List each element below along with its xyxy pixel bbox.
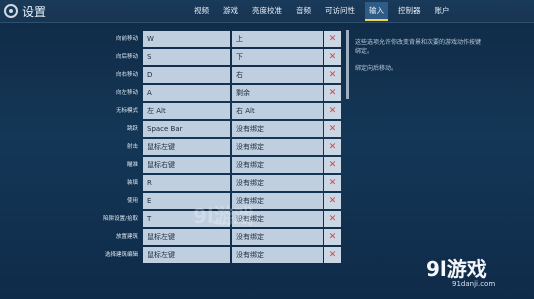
clear-binding-button[interactable]: ✕: [324, 67, 341, 83]
clear-binding-button[interactable]: ✕: [324, 229, 341, 245]
row-label: 瞄准: [126, 162, 138, 168]
secondary-binding[interactable]: 剩余: [232, 85, 323, 101]
gear-icon: [4, 4, 18, 18]
secondary-binding[interactable]: 右: [232, 67, 323, 83]
clear-binding-button[interactable]: ✕: [324, 121, 341, 137]
info-description: 这些选项允许你改变背景和次要的游戏动作按键绑定。: [355, 39, 482, 55]
row-label: 放置建筑: [115, 234, 138, 240]
primary-binding[interactable]: 鼠标左键: [143, 229, 230, 245]
keybind-row: 装填 R 没有绑定 ✕: [0, 174, 345, 192]
primary-binding[interactable]: 鼠标右键: [143, 157, 230, 173]
primary-binding[interactable]: W: [143, 31, 230, 47]
tab-controller[interactable]: 控制器: [394, 2, 425, 21]
row-label: 选择建筑编辑: [104, 252, 138, 258]
info-selected-binding: 绑定向后移动。: [355, 65, 398, 72]
corner-watermark-url: 91danji.com: [452, 280, 496, 288]
clear-binding-button[interactable]: ✕: [324, 139, 341, 155]
page-title: 设置: [22, 5, 47, 19]
secondary-binding[interactable]: 没有绑定: [232, 139, 323, 155]
primary-binding[interactable]: D: [143, 67, 230, 83]
tab-input[interactable]: 输入: [365, 2, 388, 21]
primary-binding[interactable]: 鼠标左键: [143, 247, 230, 263]
tab-audio[interactable]: 音频: [292, 2, 315, 21]
scrollbar[interactable]: [346, 30, 349, 99]
watermark-url: 91danji.com: [212, 220, 246, 226]
secondary-binding[interactable]: 没有绑定: [232, 247, 323, 263]
keybind-row: 陷阱设置/拾取 T 没有绑定 ✕: [0, 210, 345, 228]
keybind-row: 向左移动 A 剩余 ✕: [0, 84, 345, 102]
row-label: 陷阱设置/拾取: [103, 216, 138, 222]
secondary-binding[interactable]: 没有绑定: [232, 121, 323, 137]
tab-video[interactable]: 视频: [190, 2, 213, 21]
row-label: 跳跃: [126, 126, 138, 132]
clear-binding-button[interactable]: ✕: [324, 193, 341, 209]
keybind-row: 使用 E 没有绑定 ✕: [0, 192, 345, 210]
clear-binding-button[interactable]: ✕: [324, 31, 341, 47]
secondary-binding[interactable]: 没有绑定: [232, 229, 323, 245]
row-label: 装填: [126, 180, 138, 186]
tab-account[interactable]: 账户: [431, 2, 454, 21]
top-bar: 设置 视频 游戏 亮度校准 音频 可访问性 输入 控制器 账户: [0, 0, 534, 23]
secondary-binding[interactable]: 没有绑定: [232, 157, 323, 173]
keybind-row: 瞄准 鼠标右键 没有绑定 ✕: [0, 156, 345, 174]
row-label: 使用: [126, 198, 138, 204]
keybind-row: 无标模式 左 Alt 右 Alt ✕: [0, 102, 345, 120]
clear-binding-button[interactable]: ✕: [324, 247, 341, 263]
keybind-list: 向前移动 W 上 ✕ 向后移动 S 下 ✕ 向右移动 D 右 ✕ 向左移动 A …: [0, 28, 345, 299]
primary-binding[interactable]: A: [143, 85, 230, 101]
primary-binding[interactable]: S: [143, 49, 230, 65]
tab-brightness[interactable]: 亮度校准: [248, 2, 286, 21]
keybind-row: 向后移动 S 下 ✕: [0, 48, 345, 66]
clear-binding-button[interactable]: ✕: [324, 157, 341, 173]
row-label: 向前移动: [115, 36, 138, 42]
clear-binding-button[interactable]: ✕: [324, 211, 341, 227]
secondary-binding[interactable]: 右 Alt: [232, 103, 323, 119]
tab-accessibility[interactable]: 可访问性: [321, 2, 359, 21]
row-label: 无标模式: [115, 108, 138, 114]
keybind-row: 跳跃 Space Bar 没有绑定 ✕: [0, 120, 345, 138]
keybind-row: 向前移动 W 上 ✕: [0, 30, 345, 48]
keybind-row: 放置建筑 鼠标左键 没有绑定 ✕: [0, 228, 345, 246]
secondary-binding[interactable]: 上: [232, 31, 323, 47]
tab-bar: 视频 游戏 亮度校准 音频 可访问性 输入 控制器 账户: [190, 2, 454, 21]
primary-binding[interactable]: R: [143, 175, 230, 191]
row-label: 向后移动: [115, 54, 138, 60]
row-label: 向左移动: [115, 90, 138, 96]
corner-watermark-logo: 9l游戏: [426, 257, 487, 281]
row-label: 射击: [126, 144, 138, 150]
primary-binding[interactable]: 左 Alt: [143, 103, 230, 119]
keybind-row: 向右移动 D 右 ✕: [0, 66, 345, 84]
info-panel: 这些选项允许你改变背景和次要的游戏动作按键绑定。 绑定向后移动。: [355, 38, 485, 73]
primary-binding[interactable]: 鼠标左键: [143, 139, 230, 155]
keybind-row: 射击 鼠标左键 没有绑定 ✕: [0, 138, 345, 156]
clear-binding-button[interactable]: ✕: [324, 175, 341, 191]
clear-binding-button[interactable]: ✕: [324, 49, 341, 65]
row-label: 向右移动: [115, 72, 138, 78]
primary-binding[interactable]: Space Bar: [143, 121, 230, 137]
secondary-binding[interactable]: 下: [232, 49, 323, 65]
keybind-row: 选择建筑编辑 鼠标左键 没有绑定 ✕: [0, 246, 345, 264]
clear-binding-button[interactable]: ✕: [324, 85, 341, 101]
secondary-binding[interactable]: 没有绑定: [232, 175, 323, 191]
clear-binding-button[interactable]: ✕: [324, 103, 341, 119]
tab-game[interactable]: 游戏: [219, 2, 242, 21]
